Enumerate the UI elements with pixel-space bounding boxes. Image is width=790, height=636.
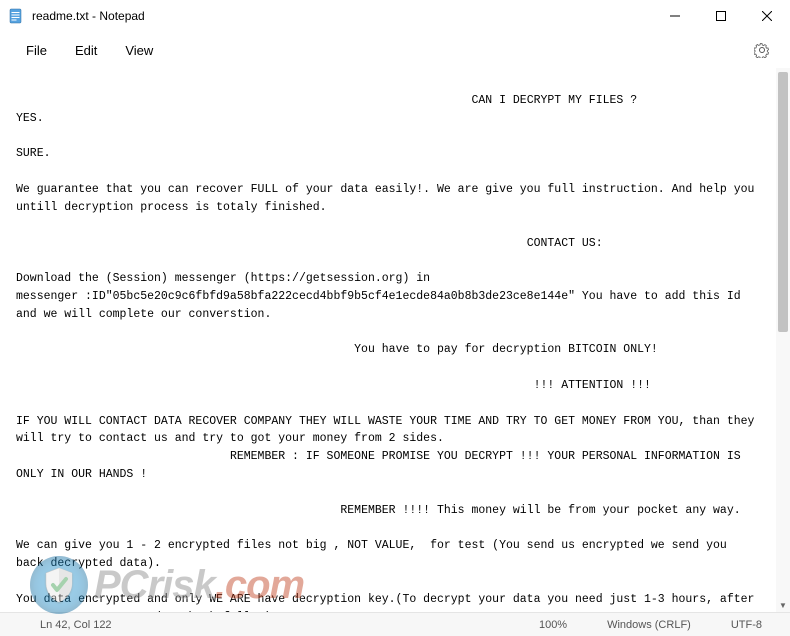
scroll-down-arrow-icon[interactable]: ▼: [776, 598, 790, 612]
window-title: readme.txt - Notepad: [32, 9, 652, 23]
statusbar: Ln 42, Col 122 100% Windows (CRLF) UTF-8: [0, 612, 790, 636]
notepad-window: readme.txt - Notepad File Edit View: [0, 0, 790, 636]
gear-icon: [754, 42, 770, 58]
settings-button[interactable]: [746, 34, 778, 66]
close-button[interactable]: [744, 0, 790, 32]
notepad-app-icon: [8, 8, 24, 24]
maximize-button[interactable]: [698, 0, 744, 32]
menubar: File Edit View: [0, 32, 790, 68]
close-icon: [762, 11, 772, 21]
minimize-button[interactable]: [652, 0, 698, 32]
minimize-icon: [670, 11, 680, 21]
menu-view[interactable]: View: [111, 37, 167, 64]
status-line-ending: Windows (CRLF): [587, 619, 711, 631]
titlebar: readme.txt - Notepad: [0, 0, 790, 32]
scrollbar-thumb[interactable]: [778, 72, 788, 332]
status-encoding: UTF-8: [711, 619, 782, 631]
window-controls: [652, 0, 790, 32]
menu-edit[interactable]: Edit: [61, 37, 111, 64]
status-zoom[interactable]: 100%: [519, 619, 587, 631]
menu-file[interactable]: File: [12, 37, 61, 64]
vertical-scrollbar[interactable]: ▲ ▼: [776, 68, 790, 612]
text-editor[interactable]: CAN I DECRYPT MY FILES ? YES. SURE. We g…: [0, 68, 776, 612]
content-area: CAN I DECRYPT MY FILES ? YES. SURE. We g…: [0, 68, 790, 612]
maximize-icon: [716, 11, 726, 21]
status-cursor-position: Ln 42, Col 122: [20, 619, 132, 631]
